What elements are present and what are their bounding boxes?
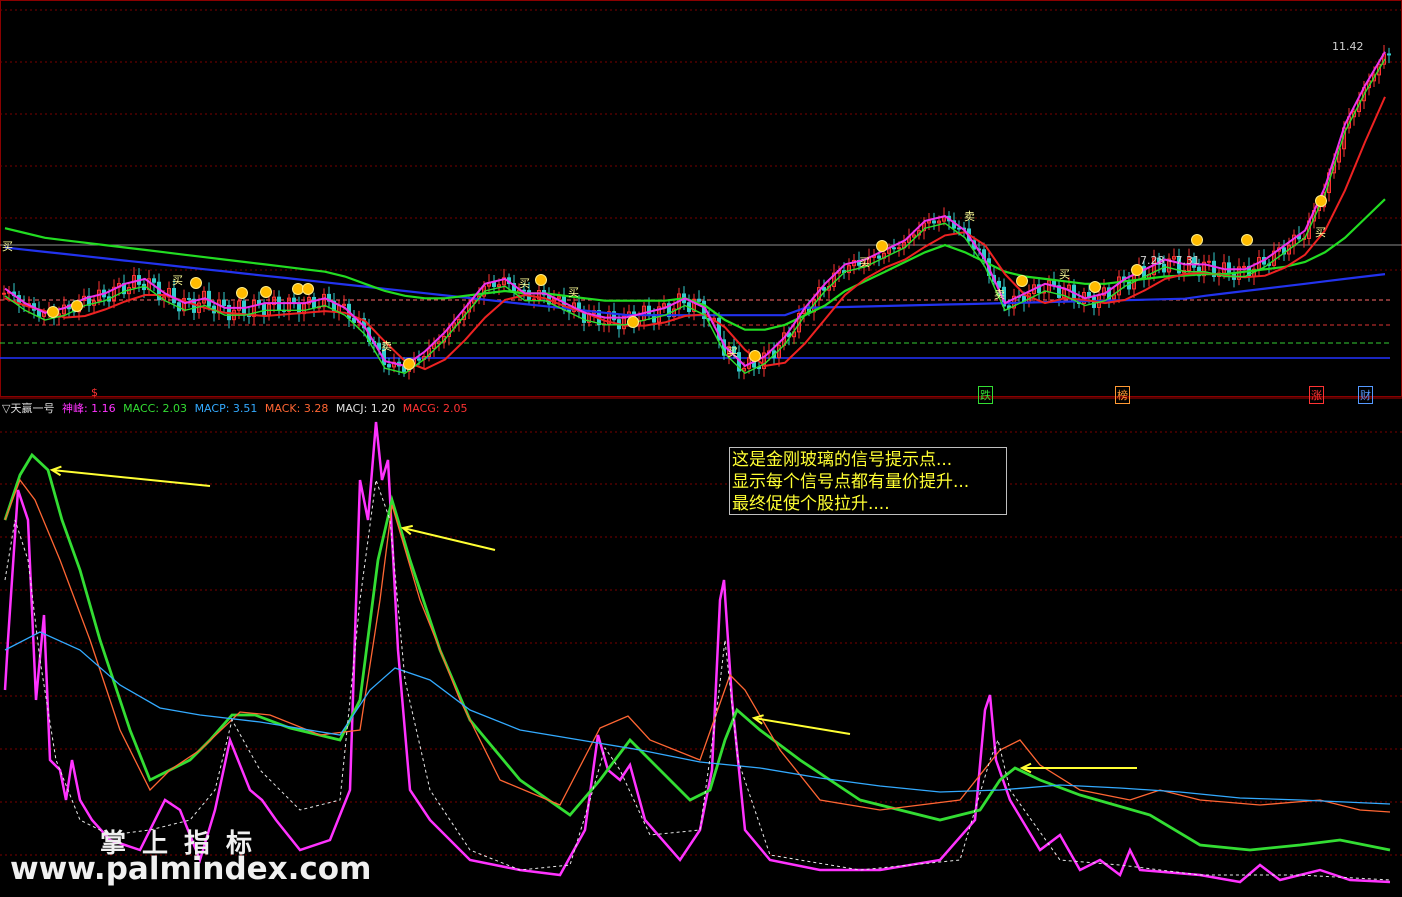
signal-dot xyxy=(190,277,202,289)
indicator-legend: ▽天赢一号 神峰: 1.16 MACC: 2.03 MACP: 3.51 MAC… xyxy=(2,401,472,416)
candle-body xyxy=(387,364,391,368)
dollar-mark: $ xyxy=(91,386,98,399)
signal-mark-sell: 卖 xyxy=(994,288,1005,301)
candle-body xyxy=(492,282,496,288)
candle-body xyxy=(822,287,826,291)
signal-mark-buy: 买 xyxy=(2,240,13,253)
candle-body xyxy=(1207,260,1211,263)
signal-dot xyxy=(1016,275,1028,287)
candle-body xyxy=(152,278,156,283)
signal-arrow xyxy=(402,527,496,551)
annotation-line-2: 显示每个信号点都有量价提升... xyxy=(732,472,970,492)
price-high-label: 11.42 xyxy=(1332,40,1364,53)
watermark-url: www.palmindex.com xyxy=(10,851,372,887)
candle-body xyxy=(297,302,301,315)
signal-mark-buy: 买 xyxy=(727,346,738,359)
annotation-line-1: 这是金刚玻璃的信号提示点... xyxy=(732,450,953,470)
tag-bang[interactable]: 榜 xyxy=(1115,386,1130,404)
signal-dot xyxy=(1241,234,1253,246)
indicator-line-macc xyxy=(3,452,1391,852)
signal-dot xyxy=(302,283,314,295)
signal-dot xyxy=(260,286,272,298)
candle-body xyxy=(877,255,881,259)
candle-body xyxy=(257,300,261,305)
signal-dot xyxy=(1191,234,1203,246)
tag-zhang[interactable]: 涨 xyxy=(1309,386,1324,404)
candle-body xyxy=(222,299,226,306)
candle-body xyxy=(312,296,316,309)
signal-mark-buy: 买 xyxy=(568,286,579,299)
legend-item-shenfeng: 神峰: 1.16 xyxy=(61,402,116,415)
signal-dot xyxy=(749,350,761,362)
candle-body xyxy=(532,298,536,301)
signal-dot xyxy=(535,274,547,286)
indicator-panel xyxy=(0,421,1402,884)
candle-body xyxy=(1242,265,1246,268)
price-panel: 买买卖买买买买卖卖买买 xyxy=(0,0,1402,399)
signal-mark-buy: 买 xyxy=(1315,226,1326,239)
candle-body xyxy=(1227,262,1231,274)
signal-dot xyxy=(71,300,83,312)
legend-item-macp: MACP: 3.51 xyxy=(194,402,258,415)
signal-dot xyxy=(1089,281,1101,293)
candle-body xyxy=(932,220,936,224)
legend-title[interactable]: ▽天赢一号 xyxy=(2,402,54,415)
signal-mark-sell: 卖 xyxy=(964,210,975,223)
candle-body xyxy=(2,292,6,295)
candle-body xyxy=(892,247,896,250)
candle-body xyxy=(897,247,901,250)
candle-body xyxy=(262,303,266,316)
annotation-box: 这是金刚玻璃的信号提示点... 显示每个信号点都有量价提升... 最终促使个股拉… xyxy=(729,447,1007,515)
tag-die[interactable]: 跌 xyxy=(978,386,993,404)
ma-line-magenta xyxy=(4,51,1386,368)
indicator-line-shenfeng xyxy=(3,421,1391,884)
signal-mark-sell: 卖 xyxy=(381,340,392,353)
legend-item-macg: MACG: 2.05 xyxy=(402,402,468,415)
price-mid-label: 7.28 - 7.31 xyxy=(1140,254,1200,267)
ma-line-fast-green xyxy=(4,58,1386,375)
candle-body xyxy=(647,305,651,316)
candle-body xyxy=(172,287,176,304)
candle-body xyxy=(1387,53,1391,56)
candle-body xyxy=(187,297,191,300)
signal-mark-buy: 买 xyxy=(172,274,183,287)
signal-dot xyxy=(47,306,59,318)
signal-arrow xyxy=(753,717,851,735)
annotation-line-3: 最终促使个股拉升.... xyxy=(732,494,890,514)
signal-mark-buy: 买 xyxy=(519,277,530,290)
indicator-line-mack xyxy=(4,478,1391,813)
signal-dot xyxy=(876,240,888,252)
signal-mark-buy: 买 xyxy=(1059,268,1070,281)
signal-mark-buy: 买 xyxy=(859,256,870,269)
legend-item-macj: MACJ: 1.20 xyxy=(335,402,396,415)
legend-item-mack: MACK: 3.28 xyxy=(264,402,329,415)
legend-item-macc: MACC: 2.03 xyxy=(123,402,188,415)
signal-dot xyxy=(292,283,304,295)
signal-dot xyxy=(627,316,639,328)
indicator-line-macp xyxy=(4,631,1391,805)
signal-dot xyxy=(1315,195,1327,207)
signal-dot xyxy=(403,358,415,370)
candle-body xyxy=(697,298,701,302)
ma-line-red xyxy=(4,96,1386,371)
tag-cai[interactable]: 财 xyxy=(1358,386,1373,404)
candle-body xyxy=(417,358,421,361)
stock-chart: 买买卖买买买买卖卖买买 xyxy=(0,0,1402,884)
upper-frame xyxy=(0,0,1402,397)
signal-dot xyxy=(236,287,248,299)
